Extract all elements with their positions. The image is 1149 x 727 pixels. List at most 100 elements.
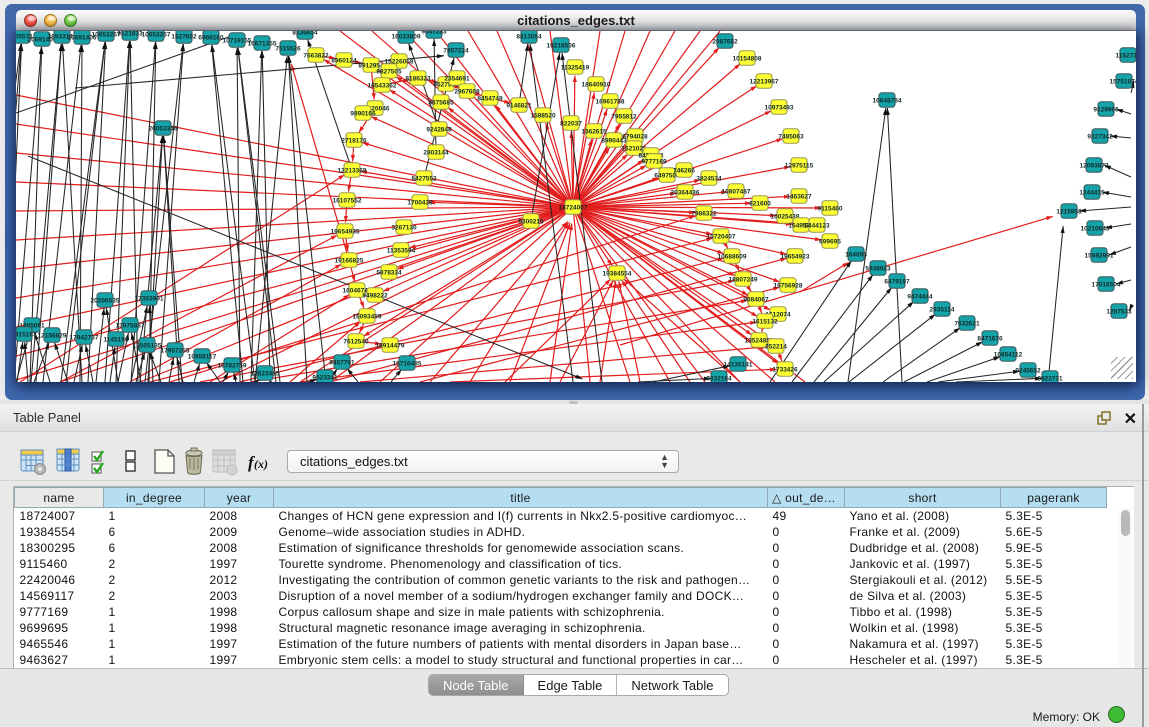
svg-text:5938923: 5938923 [865, 265, 891, 272]
svg-text:1244415: 1244415 [1079, 189, 1105, 196]
svg-text:8822731: 8822731 [1037, 375, 1063, 382]
svg-text:9084067: 9084067 [743, 296, 769, 303]
svg-text:15716485: 15716485 [393, 360, 422, 367]
svg-text:7986322: 7986322 [691, 210, 717, 217]
svg-text:2087682: 2087682 [712, 38, 738, 45]
svg-text:9245652: 9245652 [1015, 367, 1041, 374]
svg-text:746266: 746266 [673, 167, 695, 174]
svg-text:9121833: 9121833 [117, 31, 143, 37]
svg-text:2935114: 2935114 [930, 306, 955, 313]
svg-text:10154808: 10154808 [733, 55, 762, 62]
svg-text:16543362: 16543362 [368, 82, 397, 89]
svg-text:20053346: 20053346 [149, 125, 178, 132]
svg-text:6794028: 6794028 [622, 133, 648, 140]
svg-text:10807487: 10807487 [722, 188, 751, 195]
svg-text:10973493: 10973493 [765, 104, 794, 111]
svg-text:16033809: 16033809 [392, 33, 421, 40]
svg-text:8454749: 8454749 [477, 95, 503, 102]
svg-text:9242848: 9242848 [426, 126, 452, 133]
svg-text:19218506: 19218506 [547, 42, 576, 49]
svg-text:2803144: 2803144 [423, 149, 449, 156]
svg-text:9047283: 9047283 [421, 31, 447, 35]
svg-text:17016504: 17016504 [1092, 281, 1121, 288]
svg-text:8444123: 8444123 [804, 222, 830, 229]
svg-text:1527602: 1527602 [171, 33, 197, 40]
svg-text:699695: 699695 [819, 238, 841, 245]
svg-text:16093459: 16093459 [353, 313, 382, 320]
svg-text:7485063: 7485063 [778, 133, 804, 140]
svg-text:3267130: 3267130 [391, 224, 417, 231]
svg-text:12213967: 12213967 [750, 78, 779, 85]
svg-text:8471676: 8471676 [977, 335, 1003, 342]
svg-text:15692991: 15692991 [1085, 252, 1114, 259]
svg-text:7612540: 7612540 [343, 338, 369, 345]
svg-text:5878334: 5878334 [376, 269, 402, 276]
svg-text:1145194: 1145194 [104, 336, 129, 343]
svg-text:9827505: 9827505 [376, 68, 402, 75]
svg-text:16107552: 16107552 [333, 197, 362, 204]
svg-text:18640910: 18640910 [582, 81, 611, 88]
svg-text:19756928: 19756928 [774, 282, 803, 289]
svg-text:9227342: 9227342 [1087, 133, 1113, 140]
svg-text:7857224: 7857224 [443, 47, 469, 54]
svg-text:1615132: 1615132 [752, 318, 778, 325]
svg-text:7663822: 7663822 [303, 52, 329, 59]
svg-text:1733426: 1733426 [772, 366, 798, 373]
svg-text:7955812: 7955812 [611, 113, 637, 120]
svg-text:6479197: 6479197 [884, 278, 910, 285]
svg-text:20364436: 20364436 [671, 189, 700, 196]
svg-text:14136141: 14136141 [724, 361, 753, 368]
svg-text:8136654: 8136654 [292, 31, 318, 36]
svg-text:3915163: 3915163 [16, 331, 37, 338]
svg-text:7515526: 7515526 [275, 45, 301, 52]
svg-text:17353991: 17353991 [135, 295, 164, 302]
svg-text:1287533: 1287533 [1106, 308, 1132, 315]
svg-text:(x): (x) [254, 457, 268, 471]
svg-text:16914479: 16914479 [376, 342, 405, 349]
svg-text:8813054: 8813054 [516, 33, 542, 40]
svg-text:19384554: 19384554 [603, 270, 632, 277]
svg-text:1700438: 1700438 [407, 199, 433, 206]
svg-text:9146821: 9146821 [506, 102, 532, 109]
svg-text:822037: 822037 [560, 120, 582, 127]
svg-text:8960124: 8960124 [331, 57, 357, 64]
svg-text:16782759: 16782759 [218, 362, 247, 369]
svg-text:6966160: 6966160 [198, 34, 224, 41]
svg-text:2354691: 2354691 [444, 75, 470, 82]
svg-text:12213369: 12213369 [338, 167, 367, 174]
svg-text:11325419: 11325419 [561, 64, 590, 71]
svg-text:10958117: 10958117 [188, 353, 217, 360]
svg-text:3824534: 3824534 [696, 175, 722, 182]
svg-text:19654923: 19654923 [781, 253, 810, 260]
svg-text:12093872: 12093872 [1080, 162, 1109, 169]
svg-text:9332184: 9332184 [706, 375, 732, 382]
svg-text:2718176: 2718176 [341, 137, 367, 144]
svg-text:12156829: 12156829 [38, 332, 67, 339]
svg-text:9129966: 9129966 [1093, 106, 1119, 113]
svg-text:7632621: 7632621 [954, 320, 980, 327]
svg-text:252214: 252214 [765, 343, 787, 350]
svg-text:19654935: 19654935 [331, 228, 360, 235]
svg-text:12505135: 12505135 [133, 342, 162, 349]
svg-text:9523341: 9523341 [312, 374, 338, 381]
svg-text:15720407: 15720407 [707, 233, 736, 240]
svg-text:9890166: 9890166 [350, 110, 376, 117]
svg-text:10654112: 10654112 [994, 351, 1023, 358]
svg-text:10210643: 10210643 [1081, 225, 1110, 232]
svg-text:1463627: 1463627 [786, 193, 812, 200]
svg-text:18724007: 18724007 [559, 204, 588, 211]
svg-text:20206535: 20206535 [91, 297, 120, 304]
svg-text:5300215: 5300215 [518, 218, 544, 225]
svg-text:9498222: 9498222 [362, 292, 388, 299]
svg-text:16961758: 16961758 [596, 98, 625, 105]
svg-text:164095: 164095 [845, 251, 867, 258]
svg-text:12823485: 12823485 [251, 370, 280, 377]
svg-text:18807249: 18807249 [729, 276, 758, 283]
svg-text:9115460: 9115460 [818, 205, 843, 212]
svg-text:1362615: 1362615 [581, 128, 607, 135]
svg-text:1588520: 1588520 [530, 112, 556, 119]
svg-text:2967608: 2967608 [454, 88, 480, 95]
svg-text:8875685: 8875685 [428, 99, 454, 106]
svg-text:11353594: 11353594 [387, 247, 416, 254]
svg-text:17957255: 17957255 [161, 347, 190, 354]
